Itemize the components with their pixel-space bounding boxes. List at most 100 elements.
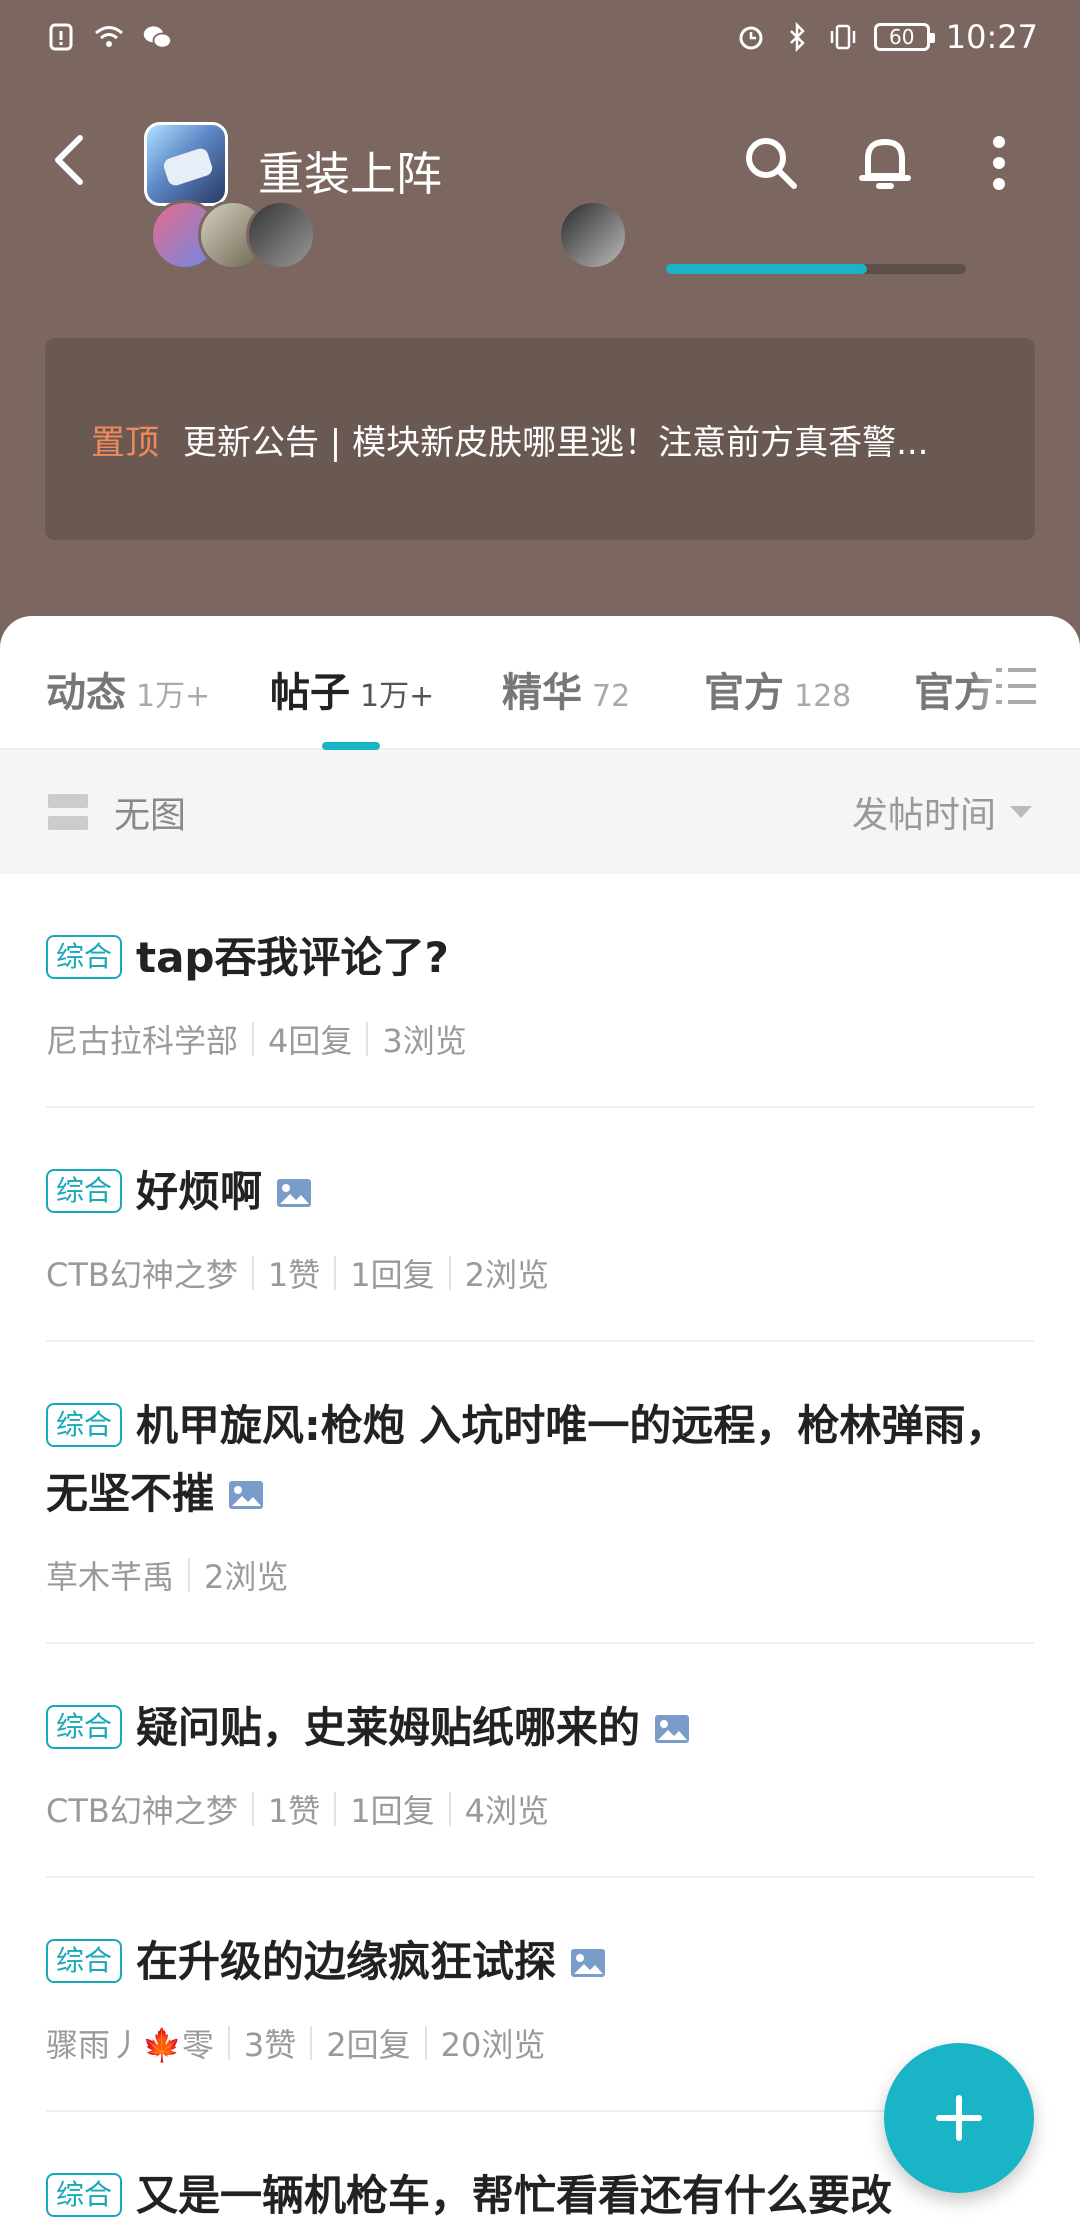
post-author[interactable]: CTB幻神之梦 bbox=[46, 1786, 238, 1832]
content-panel: 动态 1万+ 帖子 1万+ 精华 72 官方 128 官方 无图 发帖时间 综合… bbox=[0, 616, 1080, 2240]
post-stat: 1赞 bbox=[267, 1792, 321, 1830]
caret-down-icon bbox=[1010, 806, 1032, 818]
post-item[interactable]: 综合 机甲旋风:枪炮 入坑时唯一的远程，枪林弹雨，无坚不摧草木芊禹 2浏览 bbox=[46, 1342, 1034, 1644]
post-title-row: 综合 在升级的边缘疯狂试探 bbox=[46, 1928, 1034, 1996]
view-mode-label: 无图 bbox=[114, 795, 187, 836]
post-title: 在升级的边缘疯狂试探 bbox=[136, 1937, 557, 1986]
post-title: 又是一辆机枪车，帮忙看看还有什么要改 bbox=[136, 2171, 893, 2220]
category-tag: 综合 bbox=[46, 1169, 123, 1213]
sort-dropdown[interactable]: 发帖时间 bbox=[852, 786, 1034, 838]
pinned-notice[interactable]: 置顶 更新公告 | 模块新皮肤哪里逃！注意前方真香警... bbox=[45, 338, 1035, 540]
back-arrow-icon bbox=[55, 135, 83, 185]
search-icon bbox=[746, 138, 797, 189]
battery-indicator: 60 bbox=[873, 23, 935, 51]
post-meta: 骤雨丿🍁零 3赞 2回复 20浏览 bbox=[46, 2020, 1034, 2066]
level-progress-fill bbox=[666, 264, 867, 274]
meta-divider bbox=[188, 1558, 191, 1592]
alarm-icon bbox=[739, 26, 763, 50]
status-left bbox=[46, 22, 172, 52]
post-author[interactable]: 草木芊禹 bbox=[46, 1552, 174, 1598]
tab-count: 128 bbox=[794, 679, 852, 714]
tab-label: 帖子 bbox=[270, 670, 350, 716]
post-title-row: 综合 疑问贴，史莱姆贴纸哪来的 bbox=[46, 1694, 1034, 1762]
post-title-row: 综合 机甲旋风:枪炮 入坑时唯一的远程，枪林弹雨，无坚不摧 bbox=[46, 1392, 1034, 1528]
tab-posts[interactable]: 帖子 1万+ bbox=[270, 660, 434, 718]
post-author[interactable]: CTB幻神之梦 bbox=[46, 1250, 238, 1296]
wifi-icon bbox=[95, 26, 123, 47]
tab-count: 72 bbox=[592, 679, 631, 714]
avatar bbox=[558, 200, 628, 270]
meta-divider bbox=[251, 1256, 254, 1290]
post-title: 好烦啊 bbox=[136, 1167, 263, 1216]
status-bar: 60 10:27 bbox=[0, 0, 1080, 80]
image-attachment-icon bbox=[277, 1179, 312, 1207]
meta-divider bbox=[252, 1022, 255, 1056]
tab-label: 精华 bbox=[502, 670, 582, 716]
post-stat: 4回复 bbox=[268, 1022, 353, 1060]
category-tag: 综合 bbox=[46, 1403, 123, 1447]
tab-featured[interactable]: 精华 72 bbox=[502, 660, 630, 718]
notice-text: 更新公告 | 模块新皮肤哪里逃！注意前方真香警... bbox=[183, 422, 929, 463]
meta-divider bbox=[366, 1022, 369, 1056]
post-title: 疑问贴，史莱姆贴纸哪来的 bbox=[136, 1703, 641, 1752]
post-author[interactable]: 骤雨丿🍁零 bbox=[46, 2020, 214, 2066]
view-mode-toggle[interactable]: 无图 bbox=[46, 786, 186, 838]
meta-divider bbox=[334, 1256, 337, 1290]
post-stat: 2浏览 bbox=[204, 1558, 289, 1596]
vibrate-icon bbox=[830, 24, 856, 50]
meta-divider bbox=[227, 2026, 230, 2060]
post-stat: 2回复 bbox=[326, 2026, 411, 2064]
notifications-button[interactable] bbox=[852, 130, 918, 196]
post-stat: 1赞 bbox=[267, 1256, 321, 1294]
tab-official[interactable]: 官方 128 bbox=[704, 660, 851, 718]
game-icon[interactable] bbox=[144, 122, 228, 206]
back-button[interactable] bbox=[38, 130, 98, 190]
post-stat: 20浏览 bbox=[440, 2026, 546, 2064]
category-tag: 综合 bbox=[46, 1705, 123, 1749]
post-stat: 1回复 bbox=[350, 1792, 435, 1830]
post-stat: 2浏览 bbox=[464, 1256, 549, 1294]
category-tag: 综合 bbox=[46, 935, 123, 979]
post-item[interactable]: 综合 tap吞我评论了? 尼古拉科学部 4回复 3浏览 bbox=[46, 874, 1034, 1108]
status-right: 60 10:27 bbox=[736, 18, 1038, 56]
meta-divider bbox=[251, 1792, 254, 1826]
meta-divider bbox=[310, 2026, 313, 2060]
active-tab-indicator bbox=[322, 742, 380, 750]
meta-divider bbox=[448, 1792, 451, 1826]
more-options-button[interactable] bbox=[966, 130, 1032, 196]
post-item[interactable]: 综合 在升级的边缘疯狂试探 骤雨丿🍁零 3赞 2回复 20浏览 bbox=[46, 1878, 1034, 2112]
post-title-row: 综合 好烦啊 bbox=[46, 1158, 1034, 1226]
tab-label: 官方 bbox=[704, 670, 784, 716]
page-title: 重装上阵 bbox=[258, 147, 442, 201]
bluetooth-icon bbox=[789, 22, 805, 52]
search-button[interactable] bbox=[738, 130, 804, 196]
post-stat: 1回复 bbox=[350, 1256, 435, 1294]
post-list: 综合 tap吞我评论了? 尼古拉科学部 4回复 3浏览 综合 好烦啊 CTB幻神之梦 1赞 1回复… bbox=[0, 874, 1080, 2240]
post-title-row: 综合 tap吞我评论了? bbox=[46, 924, 1034, 992]
tab-count: 1万+ bbox=[136, 679, 211, 714]
tab-count: 1万+ bbox=[360, 679, 435, 714]
post-meta: CTB幻神之梦 1赞 1回复 4浏览 bbox=[46, 1786, 1034, 1832]
tab-bar: 动态 1万+ 帖子 1万+ 精华 72 官方 128 官方 bbox=[0, 616, 1080, 750]
post-stat: 3浏览 bbox=[382, 1022, 467, 1060]
post-title: tap吞我评论了? bbox=[136, 933, 449, 982]
tab-list-menu-icon[interactable] bbox=[994, 664, 1038, 708]
post-meta: 草木芊禹 2浏览 bbox=[46, 1552, 1034, 1598]
bell-icon bbox=[859, 139, 911, 189]
sort-label: 发帖时间 bbox=[851, 795, 996, 836]
alert-sim-icon bbox=[49, 23, 73, 51]
list-view-icon bbox=[48, 794, 88, 830]
new-post-button[interactable] bbox=[884, 2043, 1034, 2193]
tab-feed[interactable]: 动态 1万+ bbox=[46, 660, 210, 718]
post-item[interactable]: 综合 好烦啊 CTB幻神之梦 1赞 1回复 2浏览 bbox=[46, 1108, 1034, 1342]
avatar bbox=[246, 200, 316, 270]
meta-divider bbox=[424, 2026, 427, 2060]
image-attachment-icon bbox=[655, 1715, 690, 1743]
category-tag: 综合 bbox=[46, 2173, 123, 2217]
wechat-icon bbox=[143, 26, 172, 49]
post-title-row: 综合 又是一辆机枪车，帮忙看看还有什么要改 bbox=[46, 2162, 1034, 2230]
post-item[interactable]: 综合 疑问贴，史莱姆贴纸哪来的 CTB幻神之梦 1赞 1回复 4浏览 bbox=[46, 1644, 1034, 1878]
post-author[interactable]: 尼古拉科学部 bbox=[46, 1016, 238, 1062]
image-attachment-icon bbox=[229, 1481, 264, 1509]
plus-icon bbox=[936, 2095, 982, 2141]
